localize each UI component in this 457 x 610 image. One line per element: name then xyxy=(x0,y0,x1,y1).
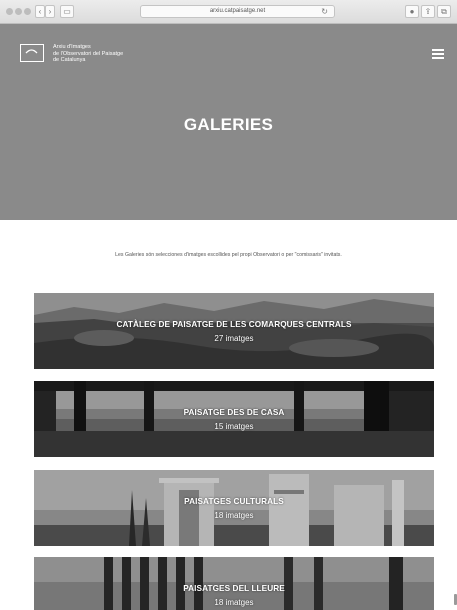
gallery-title: PAISATGES DEL LLEURE xyxy=(183,584,285,593)
gallery-card[interactable]: PAISATGES CULTURALS 18 imatges xyxy=(34,470,434,546)
site-logo-text[interactable]: Arxiu d'Imatges de l'Observatori del Pai… xyxy=(53,44,163,64)
gallery-count: 15 imatges xyxy=(214,422,254,431)
gallery-title: CATÀLEG DE PAISATGE DE LES COMARQUES CEN… xyxy=(116,320,352,329)
tabs-icon[interactable]: ⧉ xyxy=(437,5,451,18)
gallery-title: PAISATGE DES DE CASA xyxy=(183,408,285,417)
gallery-title: PAISATGES CULTURALS xyxy=(184,497,284,506)
close-window-button[interactable] xyxy=(6,8,13,15)
hamburger-menu-icon[interactable] xyxy=(432,49,444,59)
gallery-count: 18 imatges xyxy=(214,511,254,520)
browser-toolbar: ‹ › ▭ arxiu.catpaisatge.net ↻ ● ⇪ ⧉ xyxy=(0,0,457,24)
zoom-window-button[interactable] xyxy=(24,8,31,15)
page-title: GALERIES xyxy=(183,115,274,134)
gallery-image xyxy=(34,381,434,457)
gallery-count: 27 imatges xyxy=(214,334,254,343)
share-icon[interactable]: ⇪ xyxy=(421,5,435,18)
back-button[interactable]: ‹ xyxy=(35,5,45,18)
forward-button[interactable]: › xyxy=(45,5,55,18)
logo-line: de Catalunya xyxy=(53,57,86,63)
intro-text: Les Galeries són selecciones d'imatges e… xyxy=(115,252,342,258)
gallery-card[interactable]: CATÀLEG DE PAISATGE DE LES COMARQUES CEN… xyxy=(34,293,434,369)
reload-icon[interactable]: ↻ xyxy=(321,6,328,17)
downloads-icon[interactable]: ● xyxy=(405,5,419,18)
minimize-window-button[interactable] xyxy=(15,8,22,15)
sidebar-icon[interactable]: ▭ xyxy=(60,5,74,18)
gallery-image xyxy=(34,293,434,369)
address-bar[interactable]: arxiu.catpaisatge.net ↻ xyxy=(140,5,335,18)
gallery-card[interactable]: PAISATGES DEL LLEURE 18 imatges xyxy=(34,557,434,610)
camera-logo-icon[interactable] xyxy=(20,44,44,62)
gallery-count: 18 imatges xyxy=(214,598,254,607)
url-text: arxiu.catpaisatge.net xyxy=(209,8,266,14)
gallery-card[interactable]: PAISATGE DES DE CASA 15 imatges xyxy=(34,381,434,457)
gallery-image xyxy=(34,470,434,546)
